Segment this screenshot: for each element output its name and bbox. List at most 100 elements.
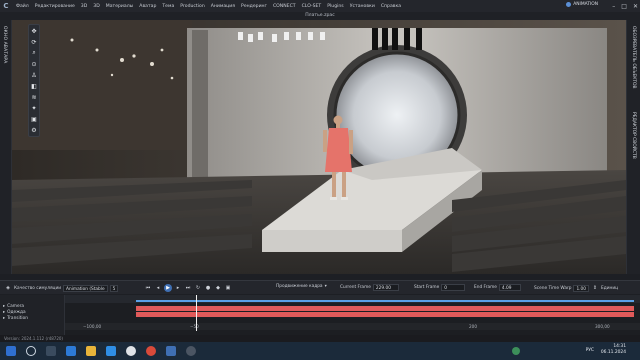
clock-app-icon[interactable] [186,346,196,356]
search-icon[interactable] [26,346,36,356]
tray-app-icon[interactable] [512,347,520,355]
track-label: Transition [7,316,28,321]
move-icon[interactable]: ✥ [30,27,38,35]
time-warp-input[interactable]: 1.00 [573,284,590,292]
file-explorer-icon[interactable] [86,346,96,356]
camera-record-icon[interactable]: ▣ [224,284,232,292]
pin-icon[interactable]: ⊙ [30,60,38,68]
menu-clo-set[interactable]: CLO-SET [302,4,322,9]
object-browser-tab[interactable]: ОБОЗРЕВАТЕЛЬ ОБЪЕКТОВ [631,26,636,89]
menu-theme[interactable]: Тема [162,4,174,9]
stepper-icon[interactable]: ⇕ [591,284,599,292]
first-frame-icon[interactable]: ⏮ [144,284,152,292]
minimize-icon[interactable]: – [612,3,615,10]
system-clock[interactable]: 14:31 06.11.2024 [601,344,626,356]
play-button[interactable]: ▶ [164,284,172,292]
menu-connect[interactable]: CONNECT [273,4,296,9]
avatar-window-tab[interactable]: ОКНО АВАТАРА [0,20,12,274]
menu-materials[interactable]: Материалы [106,4,134,9]
end-frame-input[interactable]: 4.09 [498,284,521,291]
language-indicator[interactable]: РУС [586,348,594,353]
playhead[interactable] [195,295,197,331]
menu-3d-garment[interactable]: 3D [81,4,87,9]
start-frame-group: Start Frame 0 [414,284,466,291]
3d-viewport[interactable] [12,20,626,274]
current-frame-input[interactable]: 229.00 [372,284,399,291]
expand-arrow-icon[interactable]: ▸ [3,304,5,309]
transition-track-bar[interactable] [136,312,634,317]
yandex-icon[interactable] [146,346,156,356]
menu-plugins[interactable]: Plugins [327,4,343,9]
sim-quality-label: Качество симуляции [14,285,62,291]
garment-track-bar[interactable] [136,306,634,311]
light-icon[interactable]: ✦ [30,104,38,112]
animation-toolbar: ◈ Качество симуляции Animation (Stable 5… [0,280,640,294]
frame-step-select[interactable]: 5 [109,284,119,292]
sim-settings-icon[interactable]: ◈ [4,284,12,292]
settings-icon[interactable]: ⚙ [30,126,38,134]
tool-palette: ✥ ⟳ ⌕ ⊙ ♙ ◧ ≋ ✦ ▣ ⚙ [28,24,40,137]
clo3d-app-icon[interactable] [166,346,176,356]
sim-quality-select[interactable]: Animation (Stable [63,284,108,292]
edge-icon[interactable] [66,346,76,356]
track-garment[interactable]: ▸ Одежда [3,310,26,315]
track-camera[interactable]: ▸ Camera [3,304,24,309]
expand-arrow-icon[interactable]: ▸ [3,316,5,321]
record-icon[interactable]: ● [204,284,212,292]
menu-help[interactable]: Справка [381,4,401,9]
mode-dot-icon [566,2,572,7]
menu-edit[interactable]: Редактирование [35,4,75,9]
loop-icon[interactable]: ↻ [194,284,202,292]
playback-mode-group[interactable]: Продвижение кадра ▾ [276,284,327,289]
track-label: Одежда [7,310,26,315]
chevron-down-icon: ▾ [324,284,327,289]
menu-production[interactable]: Production [180,4,204,9]
menu-3d[interactable]: 3D [93,4,99,9]
menu-settings[interactable]: Установки [350,4,375,9]
rotate-icon[interactable]: ⟳ [30,38,38,46]
track-label: Camera [7,304,25,309]
windows-taskbar: РУС 14:31 06.11.2024 [0,342,640,360]
time-warp-label: Scene Time Warp [534,285,572,291]
menu-list: Файл Редактирование 3D 3D Материалы Ават… [16,4,401,9]
chrome-icon[interactable] [126,346,136,356]
next-frame-icon[interactable]: ▸ [174,284,182,292]
prev-frame-icon[interactable]: ◂ [154,284,162,292]
menu-render[interactable]: Рендеринг [241,4,267,9]
store-icon[interactable] [106,346,116,356]
time-warp-group: Scene Time Warp 1.00 ⇕ Единиц [534,284,618,292]
right-panel-tabs: ОБОЗРЕВАТЕЛЬ ОБЪЕКТОВ РЕДАКТОР СВОЙСТВ [626,20,640,274]
expand-arrow-icon[interactable]: ▸ [3,310,5,315]
camera-icon[interactable]: ▣ [30,115,38,123]
timeline-scale[interactable]: −100,00 −50 200 300,00 [65,323,640,330]
menu-avatar[interactable]: Аватар [139,4,156,9]
menu-file[interactable]: Файл [16,4,29,9]
end-frame-group: End Frame 4.09 [474,284,521,291]
track-transition[interactable]: ▸ Transition [3,316,28,321]
mode-switch[interactable]: ANIMATION [566,2,598,7]
app-logo-icon[interactable]: C [0,0,12,12]
camera-track-bar[interactable] [136,300,634,302]
current-frame-label: Current Frame [340,285,371,290]
menu-bar: C Файл Редактирование 3D 3D Материалы Ав… [0,0,640,12]
windows-start-icon[interactable] [6,346,16,356]
start-frame-label: Start Frame [414,285,440,290]
clock-date: 06.11.2024 [600,350,626,355]
keyframe-icon[interactable]: ◆ [214,284,222,292]
timeline: ▸ Camera ▸ Одежда ▸ Transition −100,00 −… [0,295,640,335]
start-frame-input[interactable]: 0 [441,284,466,291]
end-frame-label: End Frame [474,285,497,290]
zoom-icon[interactable]: ⌕ [30,49,38,57]
maximize-icon[interactable]: □ [621,3,627,10]
avatar-icon[interactable]: ♙ [30,71,38,79]
property-editor-tab[interactable]: РЕДАКТОР СВОЙСТВ [631,112,636,159]
wind-icon[interactable]: ≋ [30,93,38,101]
task-view-icon[interactable] [46,346,56,356]
close-icon[interactable]: ✕ [633,3,638,10]
version-bar: Version: 2024.1.112 (r48720) [0,335,640,342]
window-controls: – □ ✕ [612,0,638,12]
scale-label: 200 [469,324,477,329]
last-frame-icon[interactable]: ⏭ [184,284,192,292]
fold-icon[interactable]: ◧ [30,82,38,90]
menu-animation[interactable]: Анимация [211,4,235,9]
